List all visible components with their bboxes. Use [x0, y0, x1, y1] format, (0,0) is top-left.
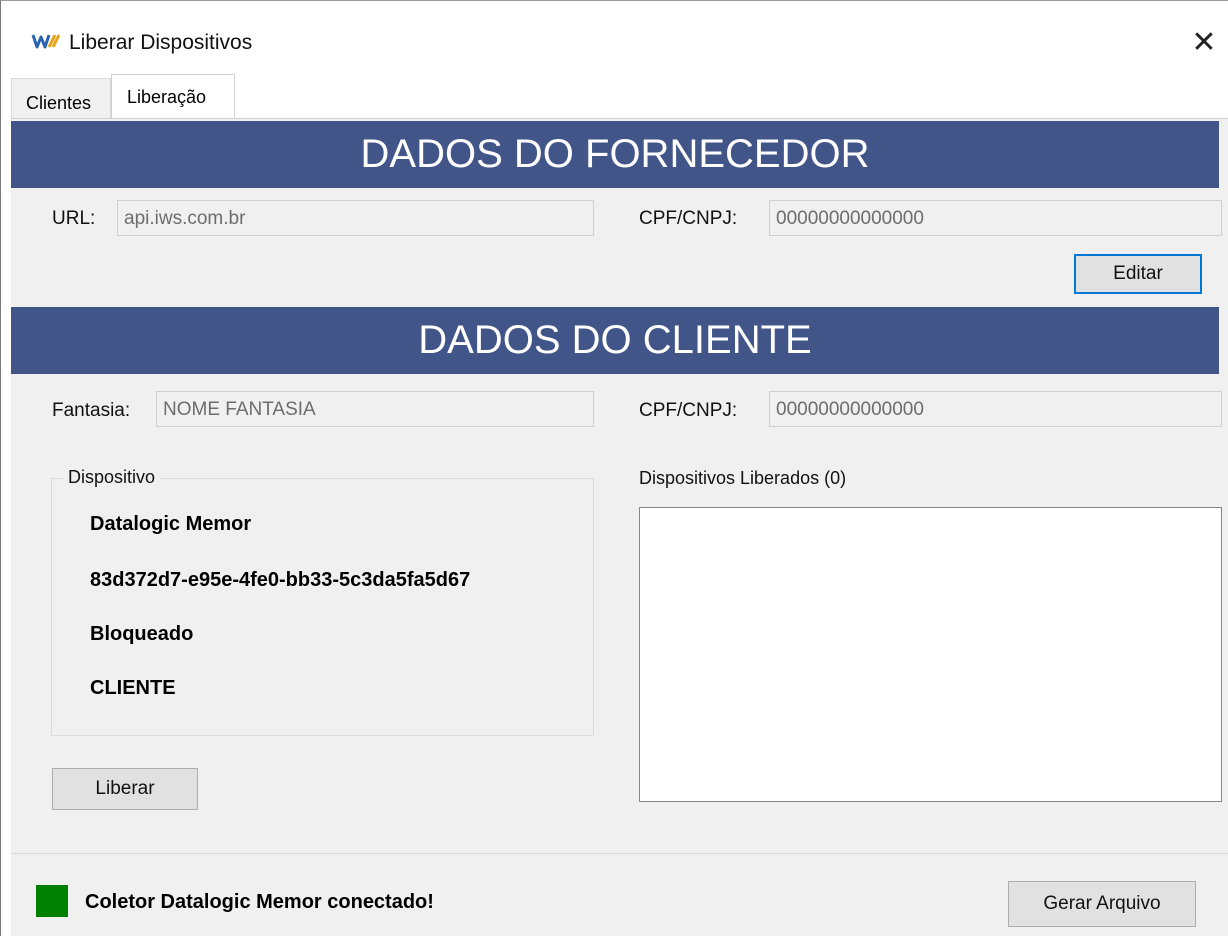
url-field[interactable]: api.iws.com.br: [117, 200, 594, 236]
window-title: Liberar Dispositivos: [69, 31, 253, 54]
fornecedor-header: DADOS DO FORNECEDOR: [11, 121, 1219, 188]
cliente-header: DADOS DO CLIENTE: [11, 307, 1219, 374]
cliente-cpf-field[interactable]: 00000000000000: [769, 391, 1222, 427]
device-status: Bloqueado: [90, 623, 194, 645]
dispositivo-group-title: Dispositivo: [63, 467, 161, 488]
url-label: URL:: [52, 208, 96, 229]
connection-status-indicator: [36, 885, 68, 917]
release-button[interactable]: Liberar: [52, 768, 198, 810]
app-logo-icon: [31, 34, 61, 49]
tab-liberacao[interactable]: Liberação: [111, 74, 235, 118]
status-text: Coletor Datalogic Memor conectado!: [85, 891, 434, 913]
tab-clientes[interactable]: Clientes: [11, 78, 111, 118]
close-button[interactable]: ✕: [1179, 15, 1228, 71]
liberados-listbox[interactable]: [639, 507, 1222, 802]
fornecedor-cpf-label: CPF/CNPJ:: [639, 208, 738, 229]
title-bar: Liberar Dispositivos ✕: [1, 1, 1228, 75]
fornecedor-cpf-field[interactable]: 00000000000000: [769, 200, 1222, 236]
device-id: 83d372d7-e95e-4fe0-bb33-5c3da5fa5d67: [90, 569, 471, 591]
generate-file-button[interactable]: Gerar Arquivo: [1008, 881, 1196, 927]
main-window: Liberar Dispositivos ✕ Clientes Liberaçã…: [0, 0, 1228, 936]
liberados-label: Dispositivos Liberados (0): [639, 468, 847, 488]
fantasia-field[interactable]: NOME FANTASIA: [156, 391, 594, 427]
device-name: Datalogic Memor: [90, 513, 252, 535]
edit-button[interactable]: Editar: [1074, 254, 1202, 294]
tab-strip: Clientes Liberação: [11, 74, 1221, 118]
fantasia-label: Fantasia:: [52, 400, 131, 421]
device-type: CLIENTE: [90, 677, 176, 699]
close-icon: ✕: [1191, 26, 1217, 59]
cliente-cpf-label: CPF/CNPJ:: [639, 400, 738, 421]
